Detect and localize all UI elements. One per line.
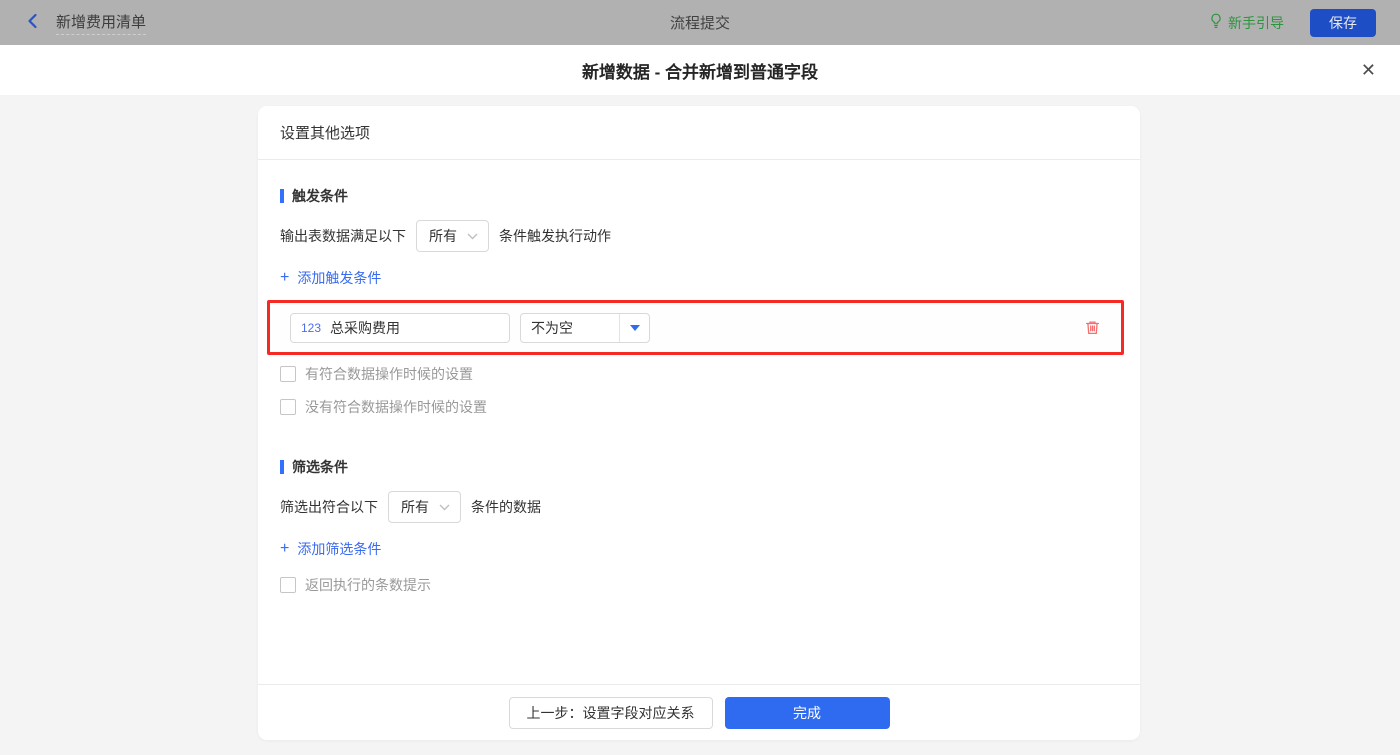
beginner-guide-label: 新手引导 xyxy=(1228,14,1284,31)
triangle-down-icon xyxy=(629,324,640,331)
checkbox-row: 没有符合数据操作时候的设置 xyxy=(280,397,1118,417)
trash-icon xyxy=(1086,321,1099,334)
trigger-condition-prefix: 输出表数据满足以下 xyxy=(280,228,406,244)
trigger-match-mode-value: 所有 xyxy=(429,228,457,244)
rule-operator-value: 不为空 xyxy=(531,319,573,336)
delete-rule-button[interactable] xyxy=(1084,319,1101,336)
checkbox-label: 没有符合数据操作时候的设置 xyxy=(305,399,487,415)
checkbox-row: 返回执行的条数提示 xyxy=(280,575,1118,595)
add-trigger-condition-label: 添加触发条件 xyxy=(297,270,382,286)
save-button[interactable]: 保存 xyxy=(1310,8,1376,37)
add-filter-condition-link[interactable]: + 添加筛选条件 xyxy=(280,539,381,559)
beginner-guide-link[interactable]: 新手引导 xyxy=(1209,13,1284,33)
section-title-filter: 筛选条件 xyxy=(280,457,1118,477)
trigger-condition-suffix: 条件触发执行动作 xyxy=(499,228,611,244)
checkbox-label: 有符合数据操作时候的设置 xyxy=(305,366,473,382)
plus-icon: + xyxy=(280,269,290,286)
checkbox-return-count-hint[interactable] xyxy=(280,577,296,593)
filter-condition-row: 筛选出符合以下 所有 条件的数据 xyxy=(280,491,1118,523)
add-filter-condition-label: 添加筛选条件 xyxy=(297,541,382,557)
filter-match-mode-select[interactable]: 所有 xyxy=(388,491,461,523)
plus-icon: + xyxy=(280,540,290,557)
filter-match-mode-value: 所有 xyxy=(401,499,429,515)
section-title-filter-label: 筛选条件 xyxy=(292,459,348,475)
card-header-title: 设置其他选项 xyxy=(258,106,1140,160)
rule-field-name: 总采购费用 xyxy=(330,319,401,336)
done-button[interactable]: 完成 xyxy=(724,696,890,729)
settings-card: 设置其他选项 触发条件 输出表数据满足以下 所有 条件触发执行动作 + 添加触发… xyxy=(258,106,1140,740)
filter-condition-suffix: 条件的数据 xyxy=(471,499,541,515)
trigger-match-mode-select[interactable]: 所有 xyxy=(416,220,489,252)
page-title: 流程提交 xyxy=(669,15,730,32)
modal-header: 新增数据 - 合并新增到普通字段 ✕ xyxy=(0,45,1400,95)
checkbox-has-matching-data[interactable] xyxy=(280,366,296,382)
checkbox-row: 有符合数据操作时候的设置 xyxy=(280,364,1118,384)
section-title-trigger-label: 触发条件 xyxy=(292,188,348,204)
trigger-rule-row-highlighted: 123 总采购费用 不为空 xyxy=(267,300,1124,355)
card-footer: 上一步：设置字段对应关系 完成 xyxy=(258,684,1140,740)
rule-field-input[interactable]: 123 总采购费用 xyxy=(290,312,510,343)
filter-condition-prefix: 筛选出符合以下 xyxy=(280,499,378,515)
section-accent-bar xyxy=(280,460,284,474)
checkbox-no-matching-data[interactable] xyxy=(280,399,296,415)
rule-operator-select[interactable]: 不为空 xyxy=(520,312,650,343)
chevron-down-icon xyxy=(467,233,478,240)
add-trigger-condition-link[interactable]: + 添加触发条件 xyxy=(280,268,381,288)
number-field-type-badge: 123 xyxy=(301,320,322,335)
trigger-condition-row: 输出表数据满足以下 所有 条件触发执行动作 xyxy=(280,220,1118,252)
section-title-trigger: 触发条件 xyxy=(280,186,1118,206)
close-icon[interactable]: ✕ xyxy=(1361,61,1376,79)
modal-title: 新增数据 - 合并新增到普通字段 xyxy=(581,62,819,82)
document-title[interactable]: 新增费用清单 xyxy=(56,11,147,35)
section-accent-bar xyxy=(280,189,284,203)
chevron-left-icon xyxy=(24,12,42,33)
checkbox-label: 返回执行的条数提示 xyxy=(305,577,431,593)
dropdown-arrow-zone[interactable] xyxy=(619,313,649,342)
lightbulb-icon xyxy=(1209,13,1223,32)
back-button[interactable] xyxy=(24,12,42,33)
previous-step-button[interactable]: 上一步：设置字段对应关系 xyxy=(508,696,713,729)
chevron-down-icon xyxy=(439,504,450,511)
topbar: 新增费用清单 流程提交 新手引导 保存 xyxy=(0,0,1400,45)
